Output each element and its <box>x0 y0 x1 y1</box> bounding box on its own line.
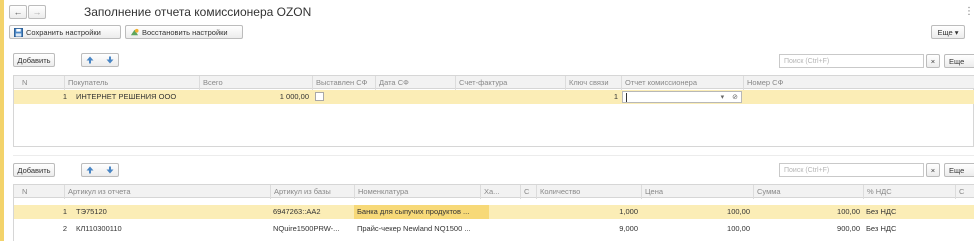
col-article-report[interactable]: Артикул из отчета <box>64 185 270 199</box>
col-number[interactable]: Номер СФ <box>743 76 974 90</box>
row-characteristic[interactable] <box>490 205 520 219</box>
table2-add-button[interactable]: Добавить <box>13 163 55 177</box>
table2-more-button[interactable]: Еще <box>944 163 974 177</box>
row-price[interactable]: 100,00 <box>641 205 753 219</box>
row-n: 1 <box>62 207 67 216</box>
arrow-up-icon[interactable] <box>86 166 94 174</box>
table1-add-button[interactable]: Добавить <box>13 53 55 67</box>
col-invoice[interactable]: Счет-фактура <box>455 76 565 90</box>
restore-settings-button[interactable]: Восстановить настройки <box>125 25 243 39</box>
row-price[interactable]: 100,00 <box>641 222 753 236</box>
table-row[interactable]: 2 КЛ110300110 NQuire1500PRW-... Прайс-че… <box>14 222 974 236</box>
col-date[interactable]: Дата СФ <box>375 76 455 90</box>
col-n[interactable]: N <box>14 185 64 199</box>
row-item[interactable]: Банка для сыпучих продуктов ... <box>354 205 489 219</box>
table2-header: N Артикул из отчета Артикул из базы Номе… <box>14 184 974 199</box>
row-article-report[interactable]: КЛ110300110 <box>76 222 266 236</box>
row-article-base[interactable]: 6947263::AA2 <box>273 205 353 219</box>
row-n: 2 <box>62 224 67 233</box>
dropdown-icon[interactable]: ▾ <box>721 93 725 101</box>
table-row[interactable]: 1 ИНТЕРНЕТ РЕШЕНИЯ ООО 1 000,00 1 ▾ ⊘ <box>14 90 974 104</box>
table1-move-buttons[interactable] <box>81 53 119 67</box>
text-cursor <box>626 92 627 102</box>
row-characteristic[interactable] <box>490 222 520 236</box>
more-top-button[interactable]: Еще ▾ <box>931 25 965 39</box>
col-issued[interactable]: Выставлен СФ <box>312 76 375 90</box>
restore-icon <box>130 28 139 35</box>
save-disk-icon <box>14 27 23 37</box>
report-input[interactable]: ▾ ⊘ <box>622 91 742 103</box>
arrow-down-icon[interactable] <box>106 166 114 174</box>
row-buyer[interactable]: ИНТЕРНЕТ РЕШЕНИЯ ООО <box>76 90 199 104</box>
col-vat[interactable]: % НДС <box>863 185 955 199</box>
forward-button[interactable]: → <box>28 5 46 19</box>
table2-clear-search-button[interactable]: × <box>926 163 940 177</box>
col-article-base[interactable]: Артикул из базы <box>270 185 354 199</box>
link-icon[interactable]: ⊘ <box>732 93 738 101</box>
col-key[interactable]: Ключ связи <box>565 76 621 90</box>
row-issued <box>315 90 335 104</box>
table1-more-button[interactable]: Еще <box>944 54 974 68</box>
col-price[interactable]: Цена <box>641 185 753 199</box>
table2-search-input[interactable]: Поиск (Ctrl+F) <box>779 163 924 177</box>
table1-header: N Покупатель Всего Выставлен СФ Дата СФ … <box>14 75 974 90</box>
col-c2[interactable]: С <box>955 185 974 199</box>
col-item[interactable]: Номенклатура <box>354 185 480 199</box>
left-accent-bar <box>0 0 4 241</box>
arrow-down-icon[interactable] <box>106 56 114 64</box>
table2-move-buttons[interactable] <box>81 163 119 177</box>
forward-arrow-icon: → <box>32 7 42 17</box>
row-vat[interactable]: Без НДС <box>866 222 955 236</box>
col-total[interactable]: Всего <box>199 76 312 90</box>
row-invoice[interactable] <box>455 90 565 104</box>
row-date[interactable] <box>375 90 455 104</box>
table1-clear-search-button[interactable]: × <box>926 54 940 68</box>
col-sum[interactable]: Сумма <box>753 185 863 199</box>
row-qty[interactable]: 9,000 <box>536 222 641 236</box>
row-article-report[interactable]: ТЭ75120 <box>76 205 266 219</box>
table1-search-input[interactable]: Поиск (Ctrl+F) <box>779 54 924 68</box>
save-settings-button[interactable]: Сохранить настройки <box>9 25 121 39</box>
kebab-menu-icon[interactable]: ⋮ <box>964 6 974 17</box>
back-arrow-icon: ← <box>13 7 23 17</box>
col-qty[interactable]: Количество <box>536 185 641 199</box>
table2: N Артикул из отчета Артикул из базы Номе… <box>13 184 974 241</box>
col-n[interactable]: N <box>14 76 64 90</box>
row-total[interactable]: 1 000,00 <box>199 90 312 104</box>
row-key[interactable]: 1 <box>565 90 621 104</box>
col-buyer[interactable]: Покупатель <box>64 76 199 90</box>
col-characteristic[interactable]: Ха... <box>480 185 520 199</box>
col-c[interactable]: С <box>520 185 536 199</box>
page-title: Заполнение отчета комиссионера OZON <box>84 5 312 19</box>
row-item[interactable]: Прайс-чекер Newland NQ1500 ... <box>354 222 489 236</box>
row-sum[interactable]: 900,00 <box>753 222 863 236</box>
arrow-up-icon[interactable] <box>86 56 94 64</box>
row-sum[interactable]: 100,00 <box>753 205 863 219</box>
section-divider <box>13 155 974 156</box>
issued-checkbox[interactable] <box>315 92 324 101</box>
table1: N Покупатель Всего Выставлен СФ Дата СФ … <box>13 75 974 147</box>
row-number[interactable] <box>743 90 974 104</box>
row-article-base[interactable]: NQuire1500PRW-... <box>273 222 353 236</box>
back-button[interactable]: ← <box>9 5 27 19</box>
row-qty[interactable]: 1,000 <box>536 205 641 219</box>
col-report[interactable]: Отчет комиссионера <box>621 76 743 90</box>
row-vat[interactable]: Без НДС <box>866 205 955 219</box>
row-n: 1 <box>62 92 67 101</box>
table-row[interactable]: 1 ТЭ75120 6947263::AA2 Банка для сыпучих… <box>14 205 974 219</box>
